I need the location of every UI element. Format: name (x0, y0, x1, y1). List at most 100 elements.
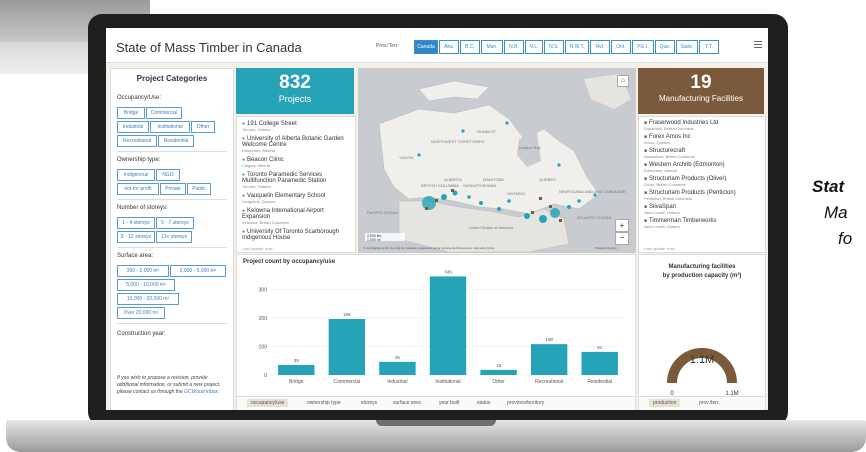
province-button-nl[interactable]: N.L. (525, 40, 543, 54)
bar-residential[interactable] (581, 351, 618, 375)
filter-tag[interactable]: not-for-profit (117, 183, 159, 195)
filter-tag[interactable]: Other (191, 121, 215, 133)
point-marker[interactable] (507, 199, 511, 203)
filter-tag[interactable]: Institutional (150, 121, 190, 133)
filter-tag[interactable]: Private (160, 183, 186, 195)
facility-marker[interactable] (451, 189, 454, 192)
filter-tag[interactable]: 5,000 - 10,000 m² (117, 279, 175, 291)
point-marker[interactable] (479, 201, 483, 205)
list-item[interactable]: Timmerman TimberworksNew Lowell, Ontario (644, 218, 760, 229)
home-icon[interactable]: ⌂ (617, 75, 629, 87)
zoom-out-button[interactable]: − (615, 232, 629, 245)
facility-marker[interactable] (435, 199, 438, 202)
bar-bridge[interactable] (278, 365, 315, 375)
manufacturing-count: 19 (690, 72, 712, 93)
province-button-nb[interactable]: N.B. (504, 40, 524, 54)
background-panel-bottom (0, 42, 100, 74)
bar-industrial[interactable] (379, 361, 416, 375)
tab-surface-area[interactable]: surface area (393, 400, 421, 406)
bar-value-label: 35 (294, 358, 300, 363)
province-button-pei[interactable]: P.E.I. (632, 40, 654, 54)
filter-tag[interactable]: Residential (158, 135, 194, 147)
bar-other[interactable] (480, 369, 517, 375)
point-marker[interactable] (467, 195, 471, 199)
list-item[interactable]: Beacon ClinicCalgary, Alberta (242, 157, 350, 168)
point-marker[interactable] (417, 153, 421, 157)
point-marker[interactable] (557, 163, 561, 167)
filter-tag[interactable]: 8 - 12 storeys (117, 231, 155, 243)
filter-tag[interactable]: Indigenous (117, 169, 155, 181)
province-button-yt[interactable]: Y.T. (699, 40, 719, 54)
y-tick-label: 100 (259, 344, 268, 350)
filter-tag[interactable]: 5 - 7 storeys (156, 217, 194, 229)
list-item[interactable]: Structurlam Products (Penticton)Penticto… (644, 190, 760, 201)
tab-storeys[interactable]: storeys (361, 400, 377, 406)
tab-status[interactable]: status (477, 400, 490, 406)
facility-marker[interactable] (559, 219, 562, 222)
tab-prov-terr[interactable]: prov./terr. (699, 400, 720, 406)
filter-tag[interactable]: Recreational (117, 135, 157, 147)
filter-tag[interactable]: Commercial (146, 107, 182, 119)
list-item[interactable]: Fraserwood Industries LtdSquamish, Briti… (644, 120, 760, 131)
facility-marker[interactable] (531, 211, 534, 214)
point-marker[interactable] (505, 121, 509, 125)
list-item[interactable]: Kelowna International Airport ExpansionK… (242, 208, 350, 225)
filter-tag[interactable]: Over 20,000 m² (117, 307, 165, 319)
province-button-que[interactable]: Que. (655, 40, 675, 54)
gcwood-inbox-link[interactable]: GCWood inbox. (184, 389, 219, 395)
filter-tag[interactable]: 2,000 - 5,000 m² (170, 265, 226, 277)
project-map[interactable]: NORTHWEST TERRITORIES YUKON NUNAVUT BRIT… (358, 68, 636, 253)
zoom-in-button[interactable]: + (615, 219, 629, 232)
cluster-marker[interactable] (422, 196, 436, 210)
list-item[interactable]: Structurlam Products (Oliver)Oliver, Bri… (644, 176, 760, 187)
filter-tag[interactable]: Public (187, 183, 211, 195)
facility-marker[interactable] (549, 205, 552, 208)
list-item[interactable]: University of Alberta Botanic Garden Wel… (242, 136, 350, 153)
filter-tag[interactable]: 10,000 - 20,000 m² (117, 293, 179, 305)
point-marker[interactable] (461, 129, 465, 133)
filter-tag[interactable]: Bridge (117, 107, 145, 119)
list-item[interactable]: Western Archrib (Edmonton)Edmonton, Albe… (644, 162, 760, 173)
bar-institutional[interactable] (429, 276, 467, 375)
tab-province-territory[interactable]: province/territory (507, 400, 544, 406)
province-button-bc[interactable]: B.C. (460, 40, 480, 54)
point-marker[interactable] (593, 193, 597, 197)
bar-recreational[interactable] (530, 344, 568, 375)
list-item[interactable]: 191 College StreetToronto, Ontario (242, 121, 350, 132)
province-button-sask[interactable]: Sask. (676, 40, 698, 54)
map-label-nwt: NORTHWEST TERRITORIES (431, 139, 485, 144)
list-item[interactable]: Vauquelin Elementary SchoolLongueuil, Qu… (242, 193, 350, 204)
point-marker[interactable] (577, 199, 581, 203)
menu-icon[interactable] (754, 41, 762, 49)
filter-tag[interactable]: NGO (156, 169, 180, 181)
point-marker[interactable] (567, 205, 571, 209)
tab-occupancy-use[interactable]: occupancy/use (247, 399, 289, 407)
province-button-ont[interactable]: Ont. (611, 40, 631, 54)
filter-tag[interactable]: 13+ storeys (156, 231, 192, 243)
province-button-alta[interactable]: Alta. (439, 40, 459, 54)
facility-marker[interactable] (425, 207, 428, 210)
list-item[interactable]: StructurecraftAbbotsford, British Columb… (644, 148, 760, 159)
point-marker[interactable] (497, 207, 501, 211)
list-item[interactable]: Forex Amos IncAmos, Quebec (644, 134, 760, 145)
province-button-nvt[interactable]: Nvt. (590, 40, 610, 54)
province-button-canada[interactable]: Canada (414, 40, 438, 54)
filter-tag[interactable]: 1 - 4 storeys (117, 217, 155, 229)
tab-year-built[interactable]: year built (439, 400, 459, 406)
list-item[interactable]: Toronto Paramedic Services Multifunction… (242, 172, 350, 189)
facility-marker[interactable] (539, 197, 542, 200)
cluster-marker[interactable] (441, 194, 447, 200)
province-button-ns[interactable]: N.S. (544, 40, 564, 54)
filter-tag[interactable]: Industrial (117, 121, 149, 133)
cluster-marker[interactable] (524, 213, 530, 219)
bar-commercial[interactable] (328, 319, 366, 375)
province-button-man[interactable]: Man. (481, 40, 503, 54)
list-item[interactable]: University Of Toronto Scarborough Indige… (242, 229, 350, 241)
tab-ownership-type[interactable]: ownership type (307, 400, 341, 406)
filter-tag[interactable]: 300 - 2,000 m² (117, 265, 169, 277)
cluster-marker[interactable] (550, 208, 560, 218)
cluster-marker[interactable] (539, 215, 547, 223)
tab-production[interactable]: production (649, 399, 681, 407)
list-item[interactable]: SilvaSpanNew Lowell, Ontario (644, 204, 760, 215)
province-button-nwt[interactable]: N.W.T. (565, 40, 589, 54)
